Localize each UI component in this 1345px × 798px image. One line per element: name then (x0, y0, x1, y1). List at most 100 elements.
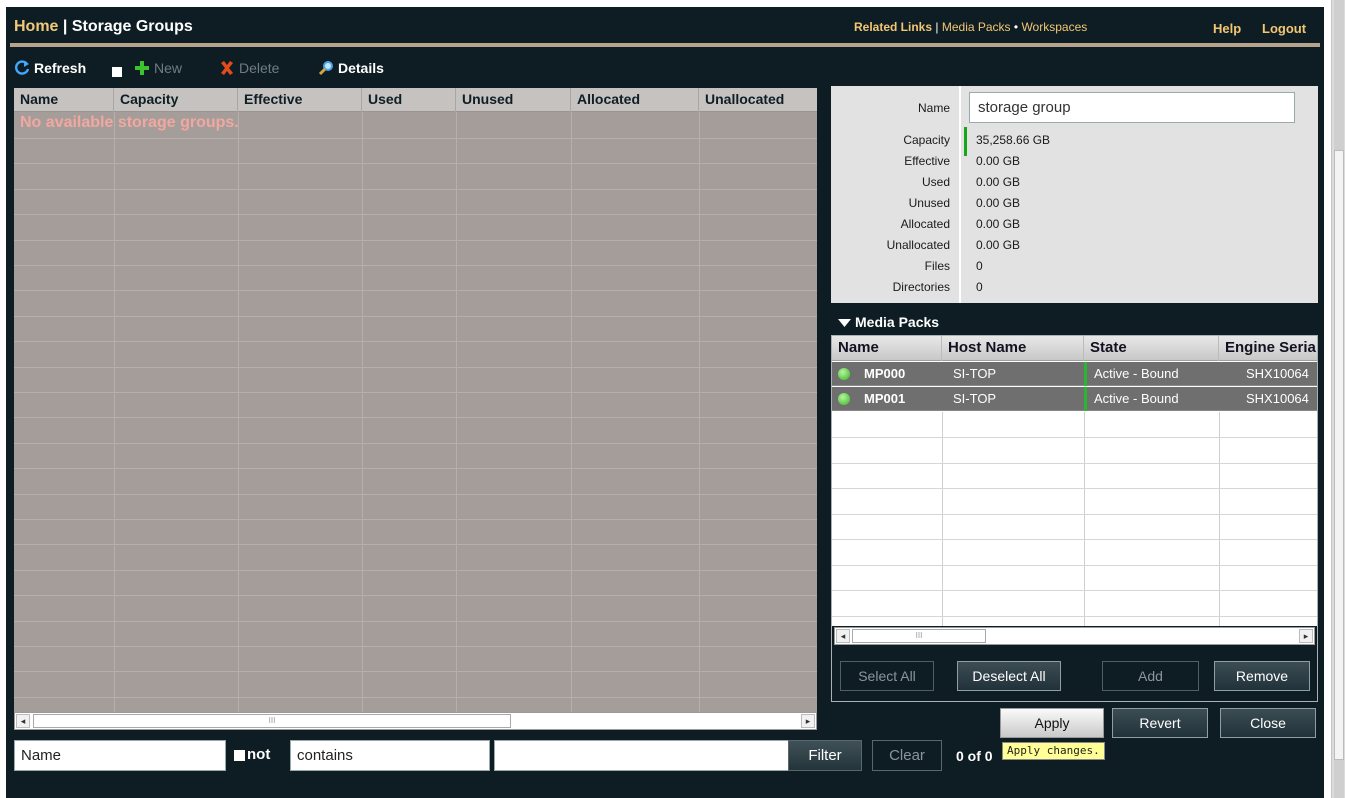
mp-column-line (1219, 412, 1220, 626)
unused-label: Unused (908, 196, 950, 210)
grid-row-line (14, 443, 817, 444)
media-pack-row[interactable]: MP001 SI-TOP Active - Bound SHX10064 (832, 387, 1317, 411)
related-links-separator: | (935, 20, 939, 34)
media-packs-panel: Name Host Name State Engine Seria MP000 … (831, 335, 1318, 702)
column-header-mp-name[interactable]: Name (832, 336, 942, 361)
unallocated-value: 0.00 GB (976, 238, 1021, 252)
filter-value-input[interactable] (494, 740, 790, 771)
workspaces-link[interactable]: Workspaces (1021, 20, 1087, 34)
grid-row-line (14, 367, 817, 368)
used-label: Used (921, 175, 950, 189)
column-header-state[interactable]: State (1084, 336, 1219, 361)
media-pack-host: SI-TOP (953, 366, 997, 381)
grid-row-line (14, 138, 817, 139)
clear-button[interactable]: Clear (872, 740, 942, 771)
used-value: 0.00 GB (976, 175, 1021, 189)
apply-tooltip: Apply changes. (1002, 742, 1105, 760)
new-label: New (154, 60, 183, 76)
directories-label: Directories (892, 280, 950, 294)
scroll-right-arrow-icon[interactable]: ▸ (801, 714, 815, 728)
media-pack-host: SI-TOP (953, 391, 997, 406)
column-header-capacity[interactable]: Capacity (114, 88, 238, 112)
revert-button[interactable]: Revert (1112, 708, 1208, 738)
column-header-unused[interactable]: Unused (456, 88, 571, 112)
effective-label: Effective (904, 154, 950, 168)
status-active-icon (838, 393, 850, 405)
scrollbar-thumb[interactable] (1334, 150, 1344, 760)
delete-button[interactable]: Delete (219, 59, 279, 77)
page-vertical-scrollbar[interactable] (1331, 0, 1345, 798)
delete-label: Delete (239, 60, 280, 76)
storage-groups-app: Home | Storage Groups Related Links | Me… (6, 7, 1324, 798)
mp-scroll-left-arrow-icon[interactable]: ◂ (836, 629, 850, 643)
deselect-all-button[interactable]: Deselect All (957, 661, 1061, 691)
mp-row-line (832, 463, 1317, 464)
mp-row-line (832, 539, 1317, 540)
column-header-effective[interactable]: Effective (238, 88, 362, 112)
files-label: Files (924, 259, 950, 273)
mp-row-line (832, 488, 1317, 489)
apply-button[interactable]: Apply (1000, 708, 1104, 738)
column-header-unallocated[interactable]: Unallocated (699, 88, 817, 112)
home-link[interactable]: Home (14, 18, 58, 35)
media-pack-name: MP001 (864, 391, 906, 406)
mp-scroll-thumb[interactable]: III (852, 629, 986, 643)
magnifier-icon (318, 61, 333, 76)
toolbar: Refresh New Delete Details (6, 53, 816, 83)
media-packs-link[interactable]: Media Packs (942, 20, 1011, 34)
refresh-button[interactable]: Refresh (14, 59, 86, 77)
details-divider (959, 86, 961, 303)
remove-button[interactable]: Remove (1214, 661, 1310, 691)
related-links-label: Related Links (854, 20, 933, 34)
filter-button[interactable]: Filter (788, 740, 862, 771)
column-header-host-name[interactable]: Host Name (942, 336, 1084, 361)
grid-column-line (362, 112, 363, 712)
scroll-thumb[interactable]: III (33, 714, 511, 728)
grid-row-line (14, 494, 817, 495)
directories-value: 0 (976, 280, 983, 294)
capacity-indicator (964, 127, 967, 156)
column-header-allocated[interactable]: Allocated (571, 88, 699, 112)
media-pack-serial: SHX10064 (1246, 391, 1309, 406)
storage-groups-table: Name Capacity Effective Used Unused Allo… (14, 88, 817, 712)
not-checkbox[interactable] (234, 750, 245, 761)
filter-field-select[interactable]: Name (14, 740, 226, 771)
add-button[interactable]: Add (1102, 661, 1199, 691)
mp-row-line (832, 514, 1317, 515)
name-input[interactable]: storage group (969, 92, 1295, 123)
grid-row-line (14, 163, 817, 164)
table-horizontal-scrollbar[interactable]: ◂ III ▸ (14, 712, 817, 730)
unused-value: 0.00 GB (976, 196, 1021, 210)
grid-row-line (14, 595, 817, 596)
separator-square-icon (112, 63, 122, 81)
grid-row-line (14, 570, 817, 571)
allocated-value: 0.00 GB (976, 217, 1021, 231)
column-header-name[interactable]: Name (14, 88, 114, 112)
unallocated-label: Unallocated (886, 238, 950, 252)
media-pack-row[interactable]: MP000 SI-TOP Active - Bound SHX10064 (832, 362, 1317, 386)
media-packs-toggle[interactable]: Media Packs (838, 314, 939, 330)
grid-row-line (14, 417, 817, 418)
column-header-used[interactable]: Used (362, 88, 456, 112)
details-button[interactable]: Details (318, 59, 384, 77)
storage-group-details-panel: Name storage group Capacity 35,258.66 GB… (831, 86, 1318, 303)
column-header-engine-serial[interactable]: Engine Seria (1219, 336, 1317, 361)
help-link[interactable]: Help (1213, 21, 1241, 36)
new-button[interactable]: New (134, 59, 182, 77)
logout-link[interactable]: Logout (1262, 21, 1306, 36)
filter-operator-select[interactable]: contains (290, 740, 490, 771)
grid-row-line (14, 697, 817, 698)
grid-row-line (14, 316, 817, 317)
triangle-down-icon (838, 319, 851, 328)
grid-column-line (114, 112, 115, 712)
delete-x-icon (221, 61, 233, 75)
mp-row-line (832, 590, 1317, 591)
mp-scroll-right-arrow-icon[interactable]: ▸ (1299, 629, 1313, 643)
header-divider (10, 43, 1320, 47)
select-all-button[interactable]: Select All (840, 661, 934, 691)
media-packs-horizontal-scrollbar[interactable]: ◂ III ▸ (834, 627, 1315, 645)
grid-row-line (14, 392, 817, 393)
scroll-left-arrow-icon[interactable]: ◂ (16, 714, 30, 728)
plus-icon (135, 61, 149, 75)
close-button[interactable]: Close (1220, 708, 1316, 738)
